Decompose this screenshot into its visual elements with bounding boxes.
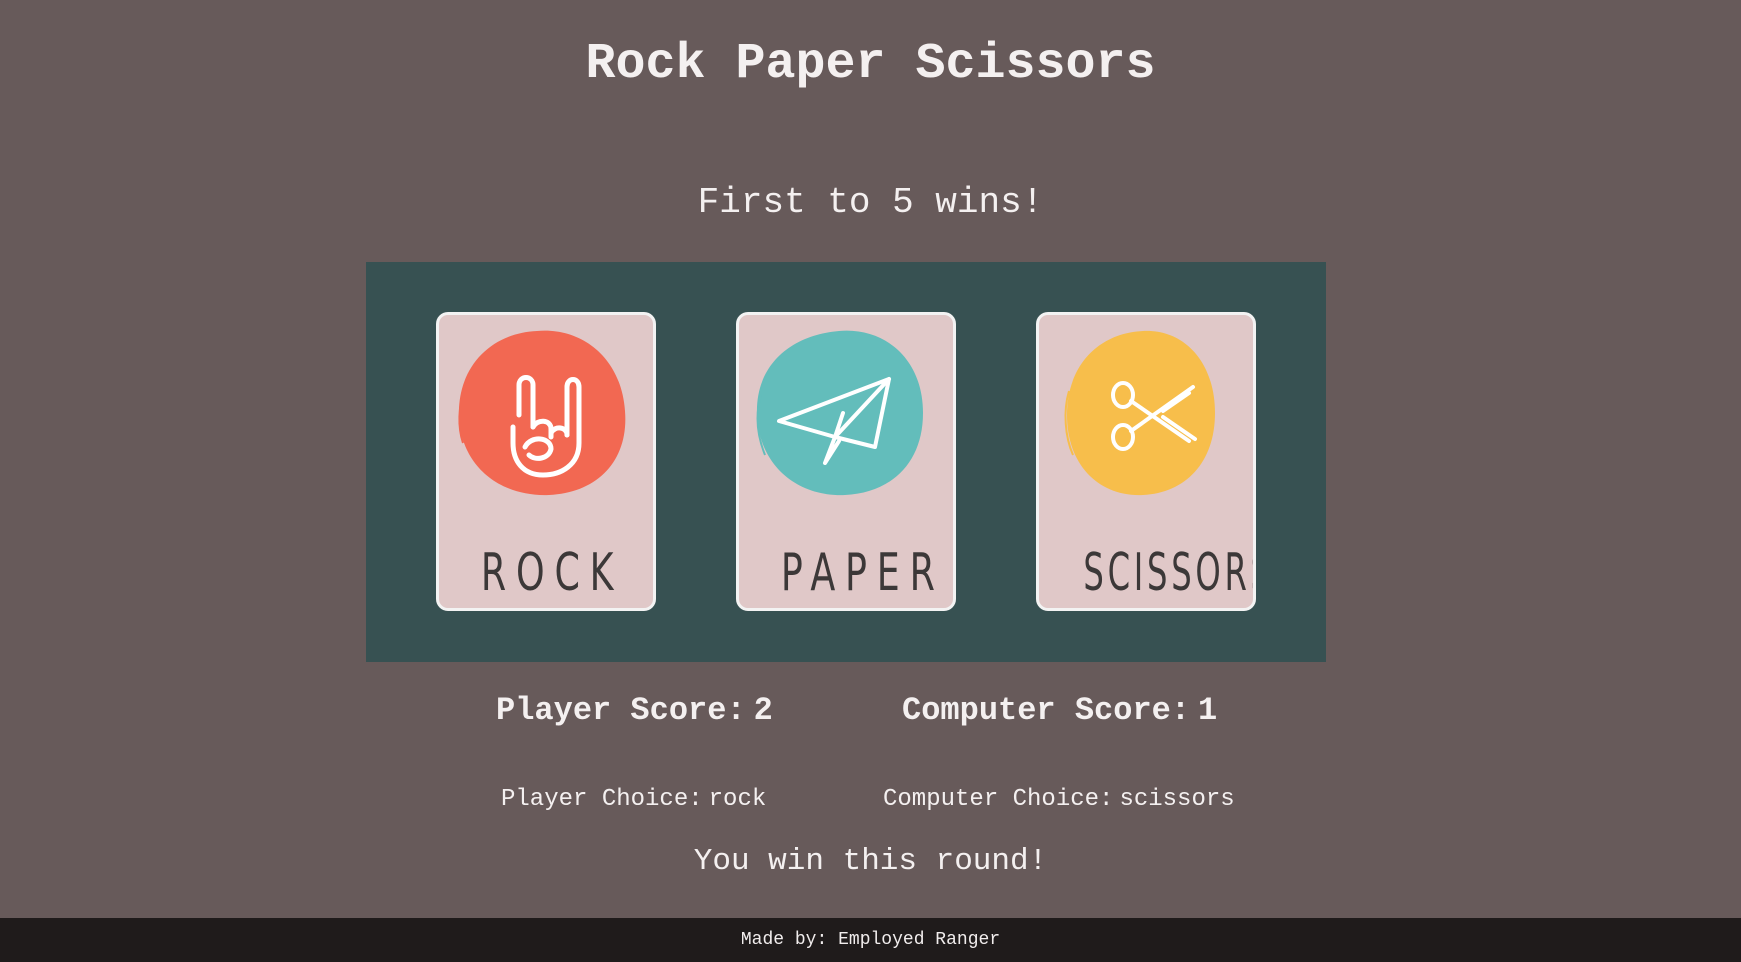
computer-choice: Computer Choice: scissors [883,786,1235,813]
computer-score-value: 1 [1198,692,1218,729]
player-score-value: 2 [753,692,773,729]
rock-label: ROCK [480,543,624,603]
paper-card[interactable]: PAPER [736,312,956,611]
page: Rock Paper Scissors First to 5 wins! ROC… [0,0,1741,962]
rock-card[interactable]: ROCK [436,312,656,611]
computer-choice-value: scissors [1119,786,1235,813]
player-choice-value: rock [708,786,767,813]
footer: Made by: Employed Ranger [0,918,1741,962]
paper-label: PAPER [780,543,945,603]
player-choice: Player Choice: rock [501,786,766,813]
footer-credit: Made by: Employed Ranger [740,930,1001,950]
choice-board: ROCK PAPER SCISSORS [366,262,1326,662]
computer-choice-label: Computer Choice: [883,786,1114,813]
scissors-label: SCISSORS [1083,543,1256,603]
round-result: You win this round! [693,844,1048,879]
scissors-card[interactable]: SCISSORS [1036,312,1256,611]
page-title: Rock Paper Scissors [585,36,1156,93]
computer-score-label: Computer Score: [902,692,1191,729]
computer-score: Computer Score: 1 [902,692,1217,729]
player-score-label: Player Score: [496,692,746,729]
player-choice-label: Player Choice: [501,786,703,813]
game-subtitle: First to 5 wins! [697,182,1044,223]
player-score: Player Score: 2 [496,692,773,729]
